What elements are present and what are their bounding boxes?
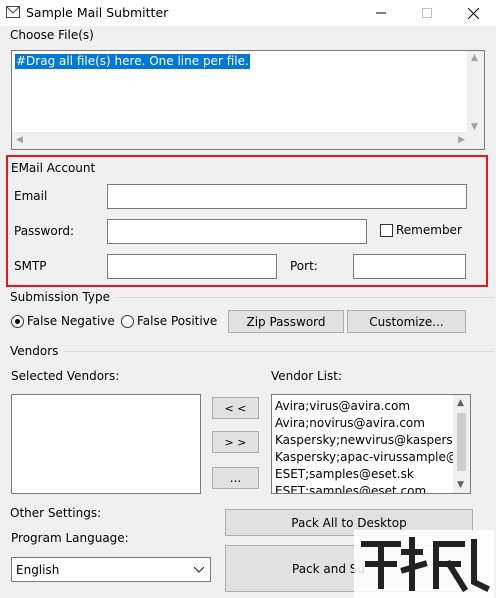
scroll-left-icon: ◀ <box>16 135 23 145</box>
submission-group-border <box>116 297 494 298</box>
vendor-list-item[interactable]: ESET;samples@eset.com <box>272 483 454 493</box>
submission-type-label: Submission Type <box>10 290 111 304</box>
scroll-down-icon: ▼ <box>471 122 478 132</box>
password-label: Password: <box>14 224 75 238</box>
other-settings-label: Other Settings: <box>10 506 102 520</box>
minimize-button[interactable] <box>358 0 404 26</box>
vendor-list-item[interactable]: Kaspersky;apac-virussample@ <box>272 449 458 466</box>
vendor-list-scrollbar[interactable]: ▲ ▼ <box>453 395 470 493</box>
language-select[interactable]: English <box>11 557 211 582</box>
zip-password-button[interactable]: Zip Password <box>228 310 344 333</box>
false-negative-label: False Negative <box>27 314 115 328</box>
maximize-icon <box>422 8 432 18</box>
email-label: Email <box>14 189 48 203</box>
smtp-input[interactable] <box>107 254 277 279</box>
smtp-label: SMTP <box>14 259 47 273</box>
remove-vendor-button[interactable]: > > <box>212 431 259 453</box>
false-positive-radio[interactable] <box>121 315 134 328</box>
vendor-list[interactable]: Avira;virus@avira.com Avira;novirus@avir… <box>271 394 471 494</box>
selected-vendors-list[interactable] <box>11 394 201 494</box>
program-language-label: Program Language: <box>11 531 129 545</box>
vendors-group-border <box>64 351 494 352</box>
files-vertical-scrollbar[interactable]: ▲ ▼ <box>467 51 484 134</box>
scroll-thumb[interactable] <box>457 413 466 471</box>
watermark-logo <box>354 530 494 598</box>
vendor-list-item[interactable]: Avira;virus@avira.com <box>272 398 454 415</box>
scroll-up-icon: ▲ <box>457 398 464 408</box>
password-input[interactable] <box>107 219 367 244</box>
radio-selected-dot <box>15 319 20 324</box>
email-input[interactable] <box>107 184 467 209</box>
vendors-label: Vendors <box>10 344 59 358</box>
close-button[interactable] <box>450 0 496 26</box>
scroll-corner <box>467 132 484 149</box>
false-negative-radio[interactable] <box>11 315 24 328</box>
scroll-up-icon: ▲ <box>471 53 478 63</box>
chevron-down-icon <box>194 567 204 573</box>
customize-button[interactable]: Customize... <box>347 310 466 333</box>
port-label: Port: <box>290 259 318 273</box>
language-select-value: English <box>16 563 60 577</box>
vendor-list-items: Avira;virus@avira.com Avira;novirus@avir… <box>272 398 460 493</box>
scroll-right-icon: ▶ <box>458 135 465 145</box>
files-horizontal-scrollbar[interactable]: ◀ ▶ <box>12 132 469 149</box>
title-bar: Sample Mail Submitter <box>0 0 496 26</box>
remember-label: Remember <box>396 223 462 237</box>
maximize-button[interactable] <box>404 0 450 26</box>
vendor-list-label: Vendor List: <box>271 369 342 383</box>
remember-checkbox[interactable] <box>380 224 393 237</box>
port-input[interactable] <box>353 254 466 279</box>
choose-files-label: Choose File(s) <box>10 28 94 42</box>
selected-vendors-label: Selected Vendors: <box>11 369 120 383</box>
scroll-down-icon: ▼ <box>457 480 464 490</box>
more-vendors-button[interactable]: ... <box>212 467 259 489</box>
files-textarea-text: #Drag all file(s) here. One line per fil… <box>15 54 250 69</box>
window-title: Sample Mail Submitter <box>26 5 169 20</box>
false-positive-label: False Positive <box>137 314 218 328</box>
vendor-list-item[interactable]: Avira;novirus@avira.com <box>272 415 454 432</box>
email-account-label: EMail Account <box>11 161 96 175</box>
vendor-list-item[interactable]: Kaspersky;newvirus@kaspersk <box>272 432 460 449</box>
vendor-list-item[interactable]: ESET;samples@eset.sk <box>272 466 454 483</box>
close-icon <box>467 7 479 19</box>
minimize-icon <box>376 12 386 14</box>
add-vendor-button[interactable]: < < <box>212 397 259 419</box>
mail-icon <box>6 6 20 18</box>
files-textarea[interactable]: #Drag all file(s) here. One line per fil… <box>11 50 485 150</box>
